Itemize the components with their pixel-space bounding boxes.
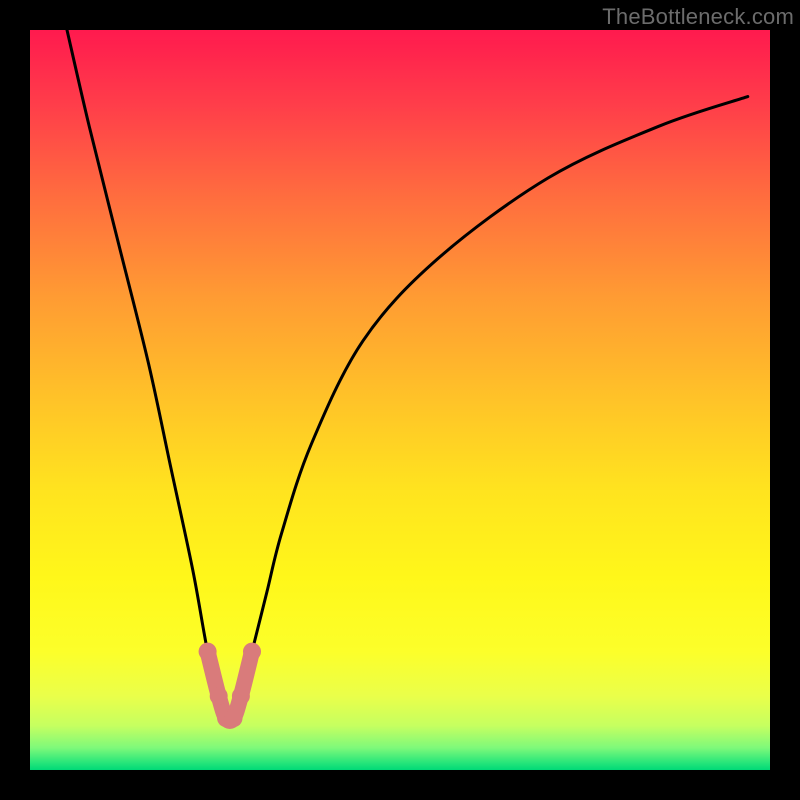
curve-svg <box>30 30 770 770</box>
dip-dot <box>199 643 217 661</box>
plot-area <box>30 30 770 770</box>
chart-frame: TheBottleneck.com <box>0 0 800 800</box>
dip-dot <box>243 643 261 661</box>
dip-dot <box>210 687 228 705</box>
dip-dot <box>232 687 250 705</box>
dip-dot <box>225 709 243 727</box>
watermark-text: TheBottleneck.com <box>602 4 794 30</box>
bottleneck-curve-path <box>67 30 748 721</box>
